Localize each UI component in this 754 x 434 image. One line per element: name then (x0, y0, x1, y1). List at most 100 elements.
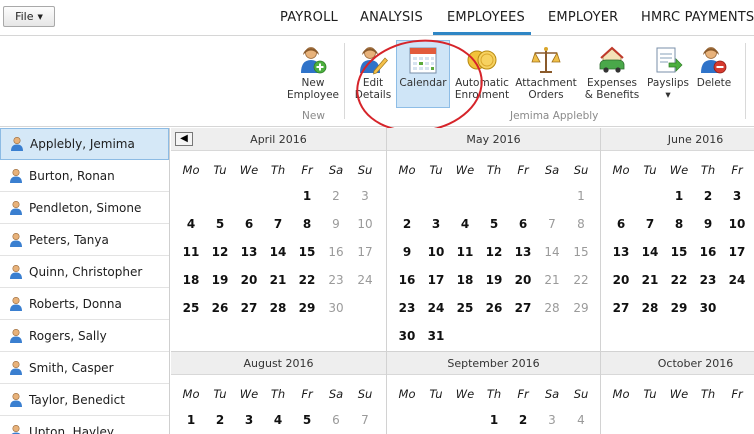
employee-list-item[interactable]: Upton, Hayley (0, 416, 169, 434)
calendar-day[interactable]: 27 (510, 301, 536, 315)
previous-month-button[interactable]: ◀ (175, 132, 193, 146)
calendar-day[interactable]: 20 (608, 273, 634, 287)
calendar-day[interactable]: 29 (294, 301, 320, 315)
calendar-day[interactable]: 11 (452, 245, 478, 259)
calendar-day[interactable]: 16 (323, 245, 349, 259)
calendar-day[interactable]: 2 (695, 189, 721, 203)
calendar-day[interactable]: 3 (352, 189, 378, 203)
calendar-day[interactable]: 13 (608, 245, 634, 259)
calendar-day[interactable]: 8 (294, 217, 320, 231)
calendar-day[interactable]: 15 (666, 245, 692, 259)
tab-hmrc-payments[interactable]: HMRC PAYMENTS (641, 10, 754, 25)
calendar-day[interactable]: 1 (666, 189, 692, 203)
calendar-day[interactable]: 28 (539, 301, 565, 315)
employee-list-item[interactable]: Rogers, Sally (0, 320, 169, 352)
calendar-day[interactable]: 7 (352, 413, 378, 427)
calendar-day[interactable]: 18 (178, 273, 204, 287)
calendar-day[interactable]: 4 (452, 217, 478, 231)
calendar-day[interactable]: 24 (352, 273, 378, 287)
calendar-day[interactable]: 5 (481, 217, 507, 231)
calendar-day[interactable]: 10 (352, 217, 378, 231)
calendar-day[interactable]: 1 (178, 413, 204, 427)
calendar-day[interactable]: 30 (394, 329, 420, 343)
calendar-day[interactable]: 20 (236, 273, 262, 287)
calendar-button[interactable]: Calendar (396, 40, 450, 108)
calendar-day[interactable]: 27 (608, 301, 634, 315)
calendar-day[interactable]: 15 (294, 245, 320, 259)
calendar-day[interactable]: 3 (724, 189, 750, 203)
delete-button[interactable]: Delete (693, 41, 735, 107)
calendar-day[interactable]: 6 (608, 217, 634, 231)
calendar-day[interactable]: 20 (510, 273, 536, 287)
calendar-day[interactable]: 30 (323, 301, 349, 315)
calendar-day[interactable]: 13 (236, 245, 262, 259)
calendar-day[interactable]: 4 (265, 413, 291, 427)
employee-list-item[interactable]: Peters, Tanya (0, 224, 169, 256)
calendar-day[interactable]: 28 (637, 301, 663, 315)
calendar-day[interactable]: 17 (352, 245, 378, 259)
calendar-day[interactable]: 21 (265, 273, 291, 287)
calendar-day[interactable]: 15 (568, 245, 594, 259)
new-employee-button[interactable]: New Employee (287, 41, 339, 107)
calendar-day[interactable]: 23 (695, 273, 721, 287)
tab-employees[interactable]: EMPLOYEES (447, 10, 525, 25)
calendar-day[interactable]: 6 (323, 413, 349, 427)
calendar-day[interactable]: 10 (423, 245, 449, 259)
calendar-day[interactable]: 17 (423, 273, 449, 287)
file-menu-button[interactable]: File ▼ (3, 6, 55, 27)
calendar-day[interactable]: 14 (265, 245, 291, 259)
calendar-day[interactable]: 11 (178, 245, 204, 259)
attachment-orders-button[interactable]: Attachment Orders (515, 41, 577, 107)
employee-list-item[interactable]: Taylor, Benedict (0, 384, 169, 416)
calendar-day[interactable]: 22 (568, 273, 594, 287)
calendar-day[interactable]: 18 (452, 273, 478, 287)
calendar-day[interactable]: 9 (323, 217, 349, 231)
tab-payroll[interactable]: PAYROLL (280, 10, 338, 25)
tab-employer[interactable]: EMPLOYER (548, 10, 618, 25)
calendar-day[interactable]: 31 (423, 329, 449, 343)
calendar-day[interactable]: 23 (323, 273, 349, 287)
calendar-day[interactable]: 28 (265, 301, 291, 315)
calendar-day[interactable]: 26 (207, 301, 233, 315)
calendar-day[interactable]: 3 (539, 413, 565, 427)
calendar-day[interactable]: 2 (394, 217, 420, 231)
calendar-day[interactable]: 7 (539, 217, 565, 231)
edit-details-button[interactable]: Edit Details (352, 41, 394, 107)
calendar-day[interactable]: 21 (637, 273, 663, 287)
employee-list-item[interactable]: Quinn, Christopher (0, 256, 169, 288)
calendar-day[interactable]: 14 (637, 245, 663, 259)
calendar-day[interactable]: 12 (207, 245, 233, 259)
calendar-day[interactable]: 27 (236, 301, 262, 315)
calendar-day[interactable]: 24 (423, 301, 449, 315)
calendar-day[interactable]: 2 (207, 413, 233, 427)
calendar-day[interactable]: 1 (568, 189, 594, 203)
calendar-day[interactable]: 21 (539, 273, 565, 287)
employee-list-item[interactable]: Applebly, Jemima (0, 128, 169, 160)
calendar-day[interactable]: 4 (568, 413, 594, 427)
calendar-day[interactable]: 19 (207, 273, 233, 287)
calendar-day[interactable]: 13 (510, 245, 536, 259)
calendar-day[interactable]: 9 (695, 217, 721, 231)
calendar-day[interactable]: 2 (510, 413, 536, 427)
calendar-day[interactable]: 24 (724, 273, 750, 287)
employee-list-item[interactable]: Smith, Casper (0, 352, 169, 384)
calendar-day[interactable]: 30 (695, 301, 721, 315)
calendar-day[interactable]: 7 (637, 217, 663, 231)
calendar-day[interactable]: 16 (695, 245, 721, 259)
calendar-day[interactable]: 9 (394, 245, 420, 259)
employee-list-item[interactable]: Pendleton, Simone (0, 192, 169, 224)
calendar-day[interactable]: 4 (178, 217, 204, 231)
calendar-day[interactable]: 2 (323, 189, 349, 203)
employee-list-item[interactable]: Burton, Ronan (0, 160, 169, 192)
calendar-day[interactable]: 12 (481, 245, 507, 259)
payslips-button[interactable]: Payslips ▾ (645, 41, 691, 107)
calendar-day[interactable]: 1 (294, 189, 320, 203)
calendar-day[interactable]: 3 (236, 413, 262, 427)
expenses-benefits-button[interactable]: Expenses & Benefits (582, 41, 642, 107)
calendar-day[interactable]: 29 (568, 301, 594, 315)
calendar-day[interactable]: 23 (394, 301, 420, 315)
calendar-day[interactable]: 14 (539, 245, 565, 259)
tab-analysis[interactable]: ANALYSIS (360, 10, 423, 25)
calendar-day[interactable]: 22 (294, 273, 320, 287)
calendar-day[interactable]: 19 (481, 273, 507, 287)
